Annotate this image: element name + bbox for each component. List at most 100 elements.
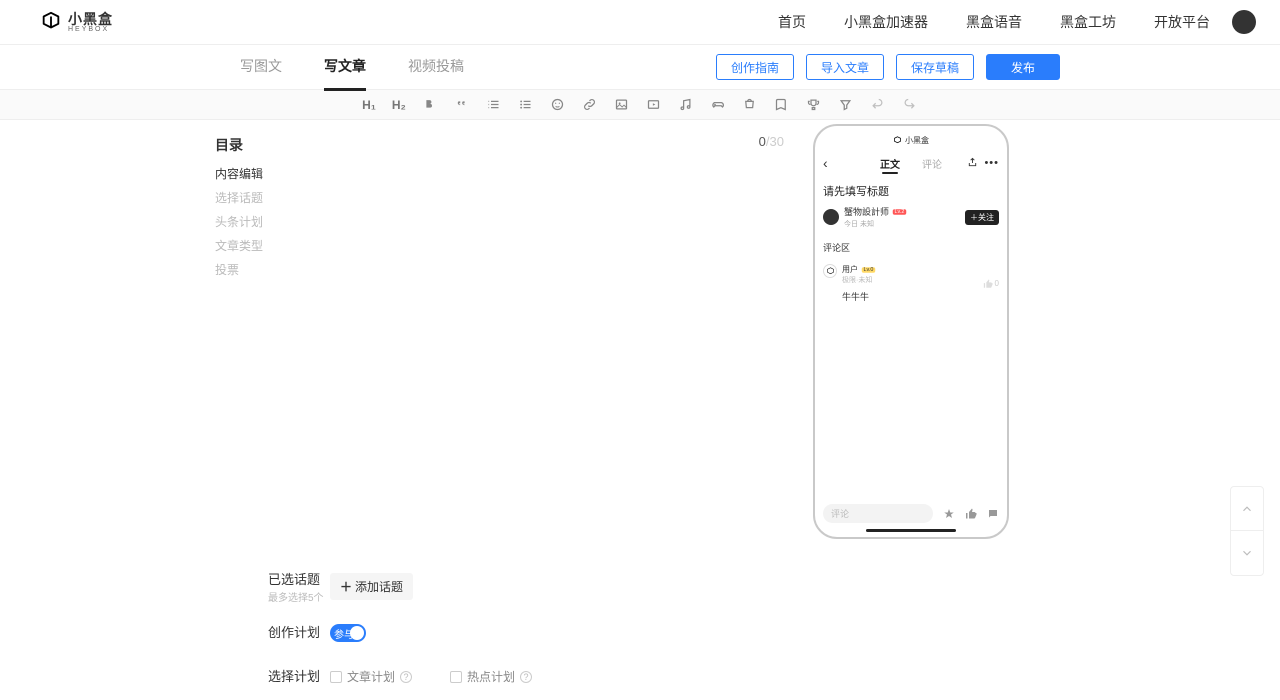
scroll-down-button[interactable] bbox=[1231, 531, 1263, 575]
logo-text-cn: 小黑盒 bbox=[68, 12, 113, 26]
import-button[interactable]: 导入文章 bbox=[806, 54, 884, 80]
nav-voice[interactable]: 黑盒语音 bbox=[966, 12, 1022, 32]
sections-sidebar: 目录 内容编辑 选择话题 头条计划 文章类型 投票 bbox=[215, 135, 295, 285]
logo-icon bbox=[40, 11, 62, 33]
commenter-date: 极限·未知 bbox=[842, 275, 978, 285]
filter-icon[interactable] bbox=[838, 97, 854, 113]
like-icon[interactable] bbox=[965, 508, 977, 520]
sidebar-item-vote[interactable]: 投票 bbox=[215, 261, 295, 278]
content-editor[interactable] bbox=[268, 153, 796, 553]
main-area: 目录 内容编辑 选择话题 头条计划 文章类型 投票 0/30 已选话题 最多选择… bbox=[0, 120, 1280, 700]
more-icon[interactable]: ••• bbox=[984, 157, 999, 169]
home-indicator bbox=[866, 529, 956, 532]
plan-option-hot[interactable]: 热点计划 ? bbox=[450, 668, 532, 685]
plan-section: 创作计划 参与 bbox=[268, 624, 796, 642]
help-icon[interactable]: ? bbox=[400, 671, 412, 683]
title-count-current: 0 bbox=[759, 134, 766, 149]
image-icon[interactable] bbox=[614, 97, 630, 113]
editor-toolbar: H₁ H₂ bbox=[0, 90, 1280, 120]
shop-icon[interactable] bbox=[742, 97, 758, 113]
scroll-nav bbox=[1230, 486, 1264, 576]
topics-label: 已选话题 bbox=[268, 573, 330, 587]
checkbox-icon bbox=[330, 671, 342, 683]
plan-toggle[interactable]: 参与 bbox=[330, 624, 366, 642]
sidebar-item-headline[interactable]: 头条计划 bbox=[215, 213, 295, 230]
commenter-name[interactable]: 用户 bbox=[842, 264, 858, 275]
plan-label: 创作计划 bbox=[268, 626, 330, 640]
topics-hint: 最多选择5个 bbox=[268, 589, 330, 604]
link-icon[interactable] bbox=[582, 97, 598, 113]
comment-input[interactable]: 评论 bbox=[823, 504, 933, 523]
sidebar-item-type[interactable]: 文章类型 bbox=[215, 237, 295, 254]
star-icon[interactable] bbox=[943, 508, 955, 520]
nav-open-platform[interactable]: 开放平台 bbox=[1154, 12, 1210, 32]
video-icon[interactable] bbox=[646, 97, 662, 113]
sidebar-title: 目录 bbox=[215, 135, 295, 155]
chat-icon[interactable] bbox=[987, 508, 999, 520]
nav-home[interactable]: 首页 bbox=[778, 12, 806, 32]
phone-bottom-bar: 评论 bbox=[820, 504, 1002, 525]
select-plan-label: 选择计划 bbox=[268, 670, 330, 684]
emoji-icon[interactable] bbox=[550, 97, 566, 113]
h1-icon[interactable]: H₁ bbox=[362, 98, 376, 112]
bold-icon[interactable] bbox=[422, 97, 438, 113]
sidebar-item-topic[interactable]: 选择话题 bbox=[215, 189, 295, 206]
select-plan-section: 选择计划 文章计划 ? 热点计划 ? bbox=[268, 668, 796, 685]
phone-title: 请先填写标题 bbox=[820, 183, 1002, 199]
sub-header: 写图文 写文章 视频投稿 创作指南 导入文章 保存草稿 发布 bbox=[0, 45, 1280, 90]
user-avatar[interactable] bbox=[1232, 10, 1256, 34]
follow-button[interactable]: ＋关注 bbox=[965, 210, 999, 225]
title-counter: 0/30 bbox=[759, 134, 784, 149]
commenter-badge: Lv.0 bbox=[862, 267, 875, 272]
phone-preview: 小黑盒 ‹ 正文 评论 ••• 请先填写标题 蟹物設計师Lv.2 今日 未知 ＋… bbox=[813, 124, 1009, 539]
content-type-tabs: 写图文 写文章 视频投稿 bbox=[240, 44, 464, 91]
topics-section: 已选话题 最多选择5个 ＋添加话题 bbox=[268, 573, 796, 604]
comment-like[interactable]: 0 bbox=[983, 279, 999, 289]
phone-logo: 小黑盒 bbox=[820, 135, 1002, 146]
draft-button[interactable]: 保存草稿 bbox=[896, 54, 974, 80]
ordered-list-icon[interactable] bbox=[486, 97, 502, 113]
trophy-icon[interactable] bbox=[806, 97, 822, 113]
h2-icon[interactable]: H₂ bbox=[392, 98, 406, 112]
nav-workshop[interactable]: 黑盒工坊 bbox=[1060, 12, 1116, 32]
tab-image-text[interactable]: 写图文 bbox=[240, 44, 282, 91]
site-logo[interactable]: 小黑盒 HEYBOX bbox=[40, 11, 113, 33]
back-icon[interactable]: ‹ bbox=[823, 155, 828, 171]
add-topic-button[interactable]: ＋添加话题 bbox=[330, 573, 413, 600]
comment-text: 牛牛牛 bbox=[842, 290, 978, 303]
author-name[interactable]: 蟹物設計师 bbox=[844, 205, 889, 218]
commenter-avatar[interactable] bbox=[823, 264, 837, 278]
author-avatar[interactable] bbox=[823, 209, 839, 225]
author-badge: Lv.2 bbox=[893, 209, 906, 214]
comment-item: 用户 Lv.0 极限·未知 牛牛牛 0 bbox=[820, 264, 1002, 303]
unordered-list-icon[interactable] bbox=[518, 97, 534, 113]
quote-icon[interactable] bbox=[454, 97, 470, 113]
guide-button[interactable]: 创作指南 bbox=[716, 54, 794, 80]
music-icon[interactable] bbox=[678, 97, 694, 113]
plan-option-article[interactable]: 文章计划 ? bbox=[330, 668, 412, 685]
phone-tab-main[interactable]: 正文 bbox=[880, 156, 900, 171]
publish-button[interactable]: 发布 bbox=[986, 54, 1060, 80]
comment-section-label: 评论区 bbox=[820, 241, 1002, 254]
nav-accelerator[interactable]: 小黑盒加速器 bbox=[844, 12, 928, 32]
phone-author-row: 蟹物設計师Lv.2 今日 未知 ＋关注 bbox=[820, 205, 1002, 229]
tab-video[interactable]: 视频投稿 bbox=[408, 44, 464, 91]
header-actions: 创作指南 导入文章 保存草稿 发布 bbox=[716, 54, 1060, 80]
redo-icon[interactable] bbox=[902, 97, 918, 113]
sidebar-item-content[interactable]: 内容编辑 bbox=[215, 165, 295, 182]
plus-icon: ＋ bbox=[340, 578, 352, 595]
phone-tab-comment[interactable]: 评论 bbox=[922, 156, 942, 171]
book-icon[interactable] bbox=[774, 97, 790, 113]
title-count-max: 30 bbox=[770, 134, 784, 149]
game-icon[interactable] bbox=[710, 97, 726, 113]
undo-icon[interactable] bbox=[870, 97, 886, 113]
logo-text-en: HEYBOX bbox=[68, 26, 113, 33]
top-header: 小黑盒 HEYBOX 首页 小黑盒加速器 黑盒语音 黑盒工坊 开放平台 bbox=[0, 0, 1280, 45]
editor-column: 0/30 已选话题 最多选择5个 ＋添加话题 创作计划 参与 选择计划 bbox=[268, 120, 796, 700]
scroll-up-button[interactable] bbox=[1231, 487, 1263, 531]
tab-article[interactable]: 写文章 bbox=[324, 44, 366, 91]
share-icon[interactable] bbox=[967, 156, 978, 171]
help-icon[interactable]: ? bbox=[520, 671, 532, 683]
phone-topbar: ‹ 正文 评论 ••• bbox=[820, 153, 1002, 173]
top-nav: 首页 小黑盒加速器 黑盒语音 黑盒工坊 开放平台 bbox=[778, 12, 1210, 32]
